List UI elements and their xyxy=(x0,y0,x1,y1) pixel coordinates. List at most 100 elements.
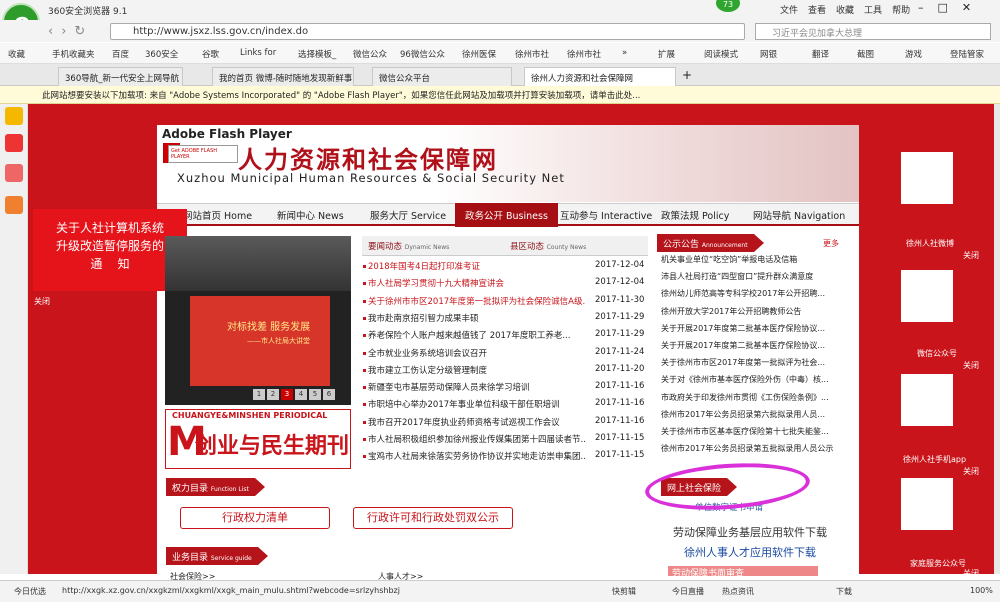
labor-software-download-link[interactable]: 劳动保障业务基层应用软件下载 xyxy=(673,524,827,540)
announcement-item[interactable]: 徐州市2017年公务员招录第六批拟录用人员... xyxy=(661,409,841,420)
new-tab-button[interactable]: + xyxy=(680,67,698,86)
nav-home[interactable]: 网站首页 Home xyxy=(183,208,252,222)
slide-page-button[interactable]: 2 xyxy=(267,389,279,400)
translate-button[interactable]: 翻译 xyxy=(812,48,829,60)
hot-news-button[interactable]: 热点资讯 xyxy=(722,586,754,597)
screenshot-button[interactable]: 截图 xyxy=(857,48,874,60)
reader-mode-button[interactable]: 阅读模式 xyxy=(704,48,738,60)
nav-interactive[interactable]: 互动参与 Interactive xyxy=(560,208,652,222)
periodical-title[interactable]: 创业与民生期刊 xyxy=(195,428,349,460)
tab-xuzhou-hrss[interactable]: 徐州人力资源和社会保障网 xyxy=(524,67,676,86)
tab-county-news[interactable]: 县区动态 County News xyxy=(510,240,586,252)
star-icon[interactable] xyxy=(5,107,23,125)
favorite-item[interactable]: 徐州医保 xyxy=(462,48,496,60)
online-bank-button[interactable]: 网银 xyxy=(760,48,777,60)
labor-review-banner[interactable]: 劳动保障书面审查 xyxy=(668,566,818,576)
news-title[interactable]: 2018年国考4日起打印准考证 xyxy=(368,260,586,272)
announcement-item[interactable]: 沛县人社局打造“四型窗口”提升群众满意度 xyxy=(661,271,841,282)
news-title[interactable]: 新疆奎屯市基层劳动保障人员来徐学习培训 xyxy=(368,381,586,393)
nav-policy[interactable]: 政策法规 Policy xyxy=(661,208,729,222)
notice-close-button[interactable]: 关闭 xyxy=(34,296,50,307)
menu-help[interactable]: 帮助 xyxy=(892,3,910,16)
favorite-item[interactable]: 百度 xyxy=(112,48,129,60)
license-penalty-button[interactable]: 行政许可和行政处罚双公示 xyxy=(353,507,513,529)
tab-wechat[interactable]: 微信公众平台 xyxy=(372,67,512,86)
news-item[interactable]: 宝鸡市人社局来徐落实劳务协作协议并实地走访崇申集团... 2017-11-15 xyxy=(362,448,648,465)
tab-360-nav[interactable]: 360导航_新一代安全上网导航 xyxy=(58,67,183,86)
news-title[interactable]: 关于徐州市市区2017年度第一批拟评为社会保险诚信A级... xyxy=(368,295,586,307)
announcement-item[interactable]: 徐州市2017年公务员招录第五批拟录用人员公示 xyxy=(661,443,841,454)
hr-software-download-link[interactable]: 徐州人事人才应用软件下载 xyxy=(684,544,816,560)
back-icon[interactable]: ‹ xyxy=(48,24,61,39)
news-item[interactable]: 市职培中心举办2017年事业单位科级干部任职培训 2017-11-16 xyxy=(362,396,648,413)
tab-dynamic-news[interactable]: 要闻动态 Dynamic News xyxy=(368,240,449,252)
nav-business[interactable]: 政务公开 Business xyxy=(455,203,558,227)
search-placeholder[interactable]: 习近平会见加拿大总理 xyxy=(772,26,862,39)
page-scrollbar[interactable] xyxy=(994,104,1000,574)
url-text[interactable]: http://www.jsxz.lss.gov.cn/index.do xyxy=(133,26,308,37)
announcement-item[interactable]: 徐州幼儿师范高等专科学校2017年公开招聘... xyxy=(661,288,841,299)
slide-page-button-active[interactable]: 3 xyxy=(281,389,293,400)
announcement-item[interactable]: 关于徐州市市区2017年度第一批拟评为社会... xyxy=(661,357,841,368)
favorite-item[interactable]: 谷歌 xyxy=(202,48,219,60)
news-item[interactable]: 2018年国考4日起打印准考证 2017-12-04 xyxy=(362,258,648,275)
news-title[interactable]: 我市召开2017年度执业药师资格考试巡视工作会议 xyxy=(368,416,586,428)
zoom-level[interactable]: 100% xyxy=(970,586,993,595)
get-flash-button[interactable]: Get ADOBE FLASH PLAYER xyxy=(168,145,238,163)
power-list-button[interactable]: 行政权力清单 xyxy=(180,507,330,529)
qr-close-button[interactable]: 关闭 xyxy=(963,360,979,371)
address-bar[interactable]: http://www.jsxz.lss.gov.cn/index.do xyxy=(110,23,745,40)
menu-view[interactable]: 查看 xyxy=(808,3,826,16)
download-button[interactable]: 下载 xyxy=(836,586,852,597)
search-input[interactable]: 习近平会见加拿大总理 xyxy=(755,23,991,40)
notice-line[interactable]: 关于人社计算机系统 xyxy=(33,219,187,237)
weibo-icon[interactable] xyxy=(5,134,23,152)
news-title[interactable]: 市职培中心举办2017年事业单位科级干部任职培训 xyxy=(368,398,586,410)
tab-weibo[interactable]: 我的首页 微博-随时随地发现新鲜事 xyxy=(212,67,354,86)
nav-news[interactable]: 新闻中心 News xyxy=(277,208,344,222)
news-title[interactable]: 全市就业业务系统培训会议召开 xyxy=(368,347,586,359)
app-icon[interactable] xyxy=(5,164,23,182)
notice-line[interactable]: 通 知 xyxy=(33,255,187,273)
favorite-item[interactable]: 选择模板_ xyxy=(298,48,336,60)
news-title[interactable]: 我市赴南京招引智力成果丰硕 xyxy=(368,312,586,324)
favorite-item[interactable]: Links for xyxy=(240,48,276,58)
announcement-item[interactable]: 徐州开放大学2017年公开招聘教师公告 xyxy=(661,306,841,317)
favorite-item[interactable]: 徐州市社 xyxy=(567,48,601,60)
minimize-icon[interactable]: – xyxy=(918,1,924,14)
today-picks[interactable]: 今日优选 xyxy=(14,586,46,597)
quick-edit-button[interactable]: 快剪辑 xyxy=(612,586,636,597)
qr-close-button[interactable]: 关闭 xyxy=(963,250,979,261)
discount-icon[interactable] xyxy=(5,196,23,214)
flash-install-bar[interactable]: 此网站想要安装以下加载项: 来自 "Adobe Systems Incorpor… xyxy=(0,86,1000,104)
favorites-overflow[interactable]: » xyxy=(622,48,627,58)
news-item[interactable]: 我市建立工伤认定分级管理制度 2017-11-20 xyxy=(362,362,648,379)
favorite-item[interactable]: 收藏 xyxy=(8,48,25,60)
more-link[interactable]: 更多 xyxy=(823,238,839,249)
maximize-icon[interactable]: □ xyxy=(938,1,948,14)
close-icon[interactable]: ✕ xyxy=(962,1,971,14)
news-item[interactable]: 新疆奎屯市基层劳动保障人员来徐学习培训 2017-11-16 xyxy=(362,379,648,396)
news-title[interactable]: 宝鸡市人社局来徐落实劳务协作协议并实地走访崇申集团... xyxy=(368,450,586,462)
nav-service[interactable]: 服务大厅 Service xyxy=(370,208,446,222)
announcement-item[interactable]: 关于开展2017年度第二批基本医疗保险协议... xyxy=(661,340,841,351)
favorite-item[interactable]: 微信公众 xyxy=(353,48,387,60)
news-title[interactable]: 我市建立工伤认定分级管理制度 xyxy=(368,364,586,376)
extensions-button[interactable]: 扩展 xyxy=(658,48,675,60)
news-item[interactable]: 市人社局学习贯彻十九大精神宣讲会 2017-12-04 xyxy=(362,275,648,292)
news-item[interactable]: 市人社局积极组织参加徐州报业传媒集团第十四届读者节... 2017-11-15 xyxy=(362,431,648,448)
qr-close-button[interactable]: 关闭 xyxy=(963,568,979,579)
games-button[interactable]: 游戏 xyxy=(905,48,922,60)
notice-line[interactable]: 升级改造暂停服务的 xyxy=(33,237,187,255)
refresh-icon[interactable]: ↻ xyxy=(74,24,93,39)
menu-tools[interactable]: 工具 xyxy=(864,3,882,16)
news-item[interactable]: 关于徐州市市区2017年度第一批拟评为社会保险诚信A级... 2017-11-30 xyxy=(362,293,648,310)
news-item[interactable]: 我市召开2017年度执业药师资格考试巡视工作会议 2017-11-16 xyxy=(362,414,648,431)
news-item[interactable]: 养老保险个人账户越来越值钱了 2017年度职工养老... 2017-11-29 xyxy=(362,327,648,344)
announcement-item[interactable]: 机关事业单位“吃空饷”举报电话及信箱 xyxy=(661,254,841,265)
announcement-item[interactable]: 关于徐州市市区基本医疗保险第十七批失能鉴... xyxy=(661,426,841,437)
slide-page-button[interactable]: 6 xyxy=(323,389,335,400)
forward-icon[interactable]: › xyxy=(61,24,74,39)
news-title[interactable]: 养老保险个人账户越来越值钱了 2017年度职工养老... xyxy=(368,329,586,341)
news-title[interactable]: 市人社局积极组织参加徐州报业传媒集团第十四届读者节... xyxy=(368,433,586,445)
